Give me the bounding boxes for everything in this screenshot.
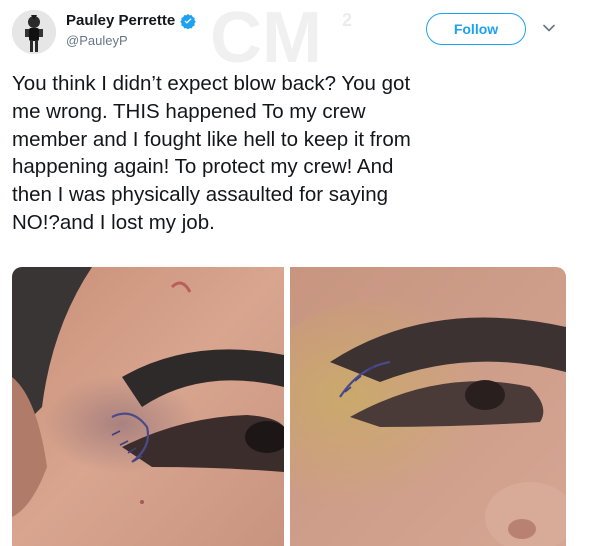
display-name[interactable]: Pauley Perrette	[66, 12, 175, 29]
tweet-text: You think I didn’t expect blow back? You…	[12, 72, 411, 234]
profile-photo-icon	[12, 10, 56, 54]
author-handle[interactable]: @PauleyP	[66, 33, 128, 48]
follow-button[interactable]: Follow	[426, 13, 526, 45]
injury-photo-right	[290, 267, 566, 546]
avatar[interactable]	[12, 10, 56, 54]
svg-text:2: 2	[342, 10, 352, 30]
chevron-down-icon[interactable]	[542, 21, 556, 35]
injury-photo-left	[12, 267, 284, 546]
tweet-media[interactable]	[12, 267, 566, 546]
author-name-row: Pauley Perrette	[66, 12, 196, 29]
tweet-header: Pauley Perrette @PauleyP CM 2 Follow	[0, 0, 600, 66]
media-photo-right[interactable]	[290, 267, 566, 546]
svg-text:CM: CM	[210, 6, 322, 66]
media-photo-left[interactable]	[12, 267, 284, 546]
verified-badge-icon	[180, 13, 196, 29]
watermark-logo: CM 2	[210, 6, 352, 66]
